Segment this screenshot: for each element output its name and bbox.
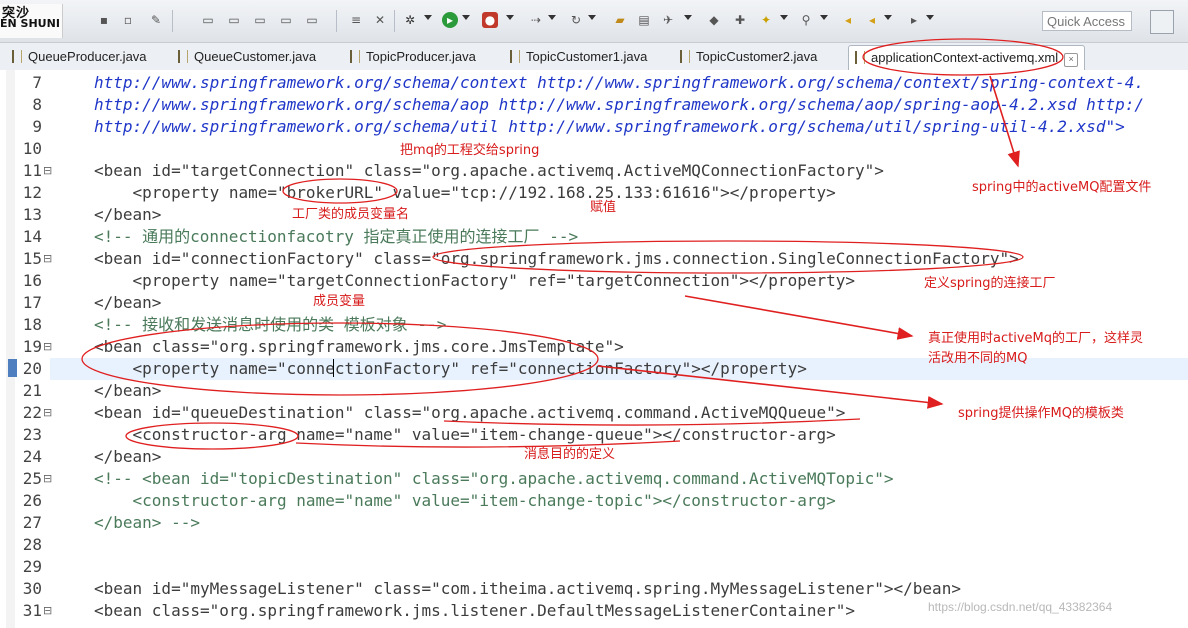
annotation-note: 活改用不同的MQ xyxy=(928,351,1028,366)
annotation-circle-jmstemplate xyxy=(81,322,599,396)
annotation-note: 工厂类的成员变量名 xyxy=(292,207,410,222)
annotation-note: 把mq的工程交给spring xyxy=(400,143,540,158)
annotation-note: spring提供操作MQ的模板类 xyxy=(958,406,1124,421)
annotation-underline-constructor-value xyxy=(295,440,681,448)
annotation-circle-singleconnectionfactory xyxy=(432,240,1024,274)
annotation-note: 真正使用时activeMq的工厂，这样灵 xyxy=(928,331,1143,346)
annotation-note: 成员变量 xyxy=(313,294,366,309)
annotation-circle-constructor-arg xyxy=(125,422,299,450)
annotation-note: spring中的activeMQ配置文件 xyxy=(972,180,1152,195)
annotation-arrow-config xyxy=(989,75,1020,168)
annotation-circle-tab xyxy=(862,38,1064,76)
annotation-note: 定义spring的连接工厂 xyxy=(924,276,1056,291)
annotation-note: 消息目的的定义 xyxy=(524,447,616,462)
annotation-arrow-factory xyxy=(684,295,914,340)
annotation-circle-brokerurl xyxy=(282,178,398,204)
watermark: https://blog.csdn.net/qq_43382364 xyxy=(928,600,1113,614)
annotation-arrow-template xyxy=(597,365,944,409)
annotation-note: 赋值 xyxy=(590,200,617,215)
annotation-underline-activemqqueue xyxy=(443,418,861,426)
annotation-overlay xyxy=(81,38,1064,450)
